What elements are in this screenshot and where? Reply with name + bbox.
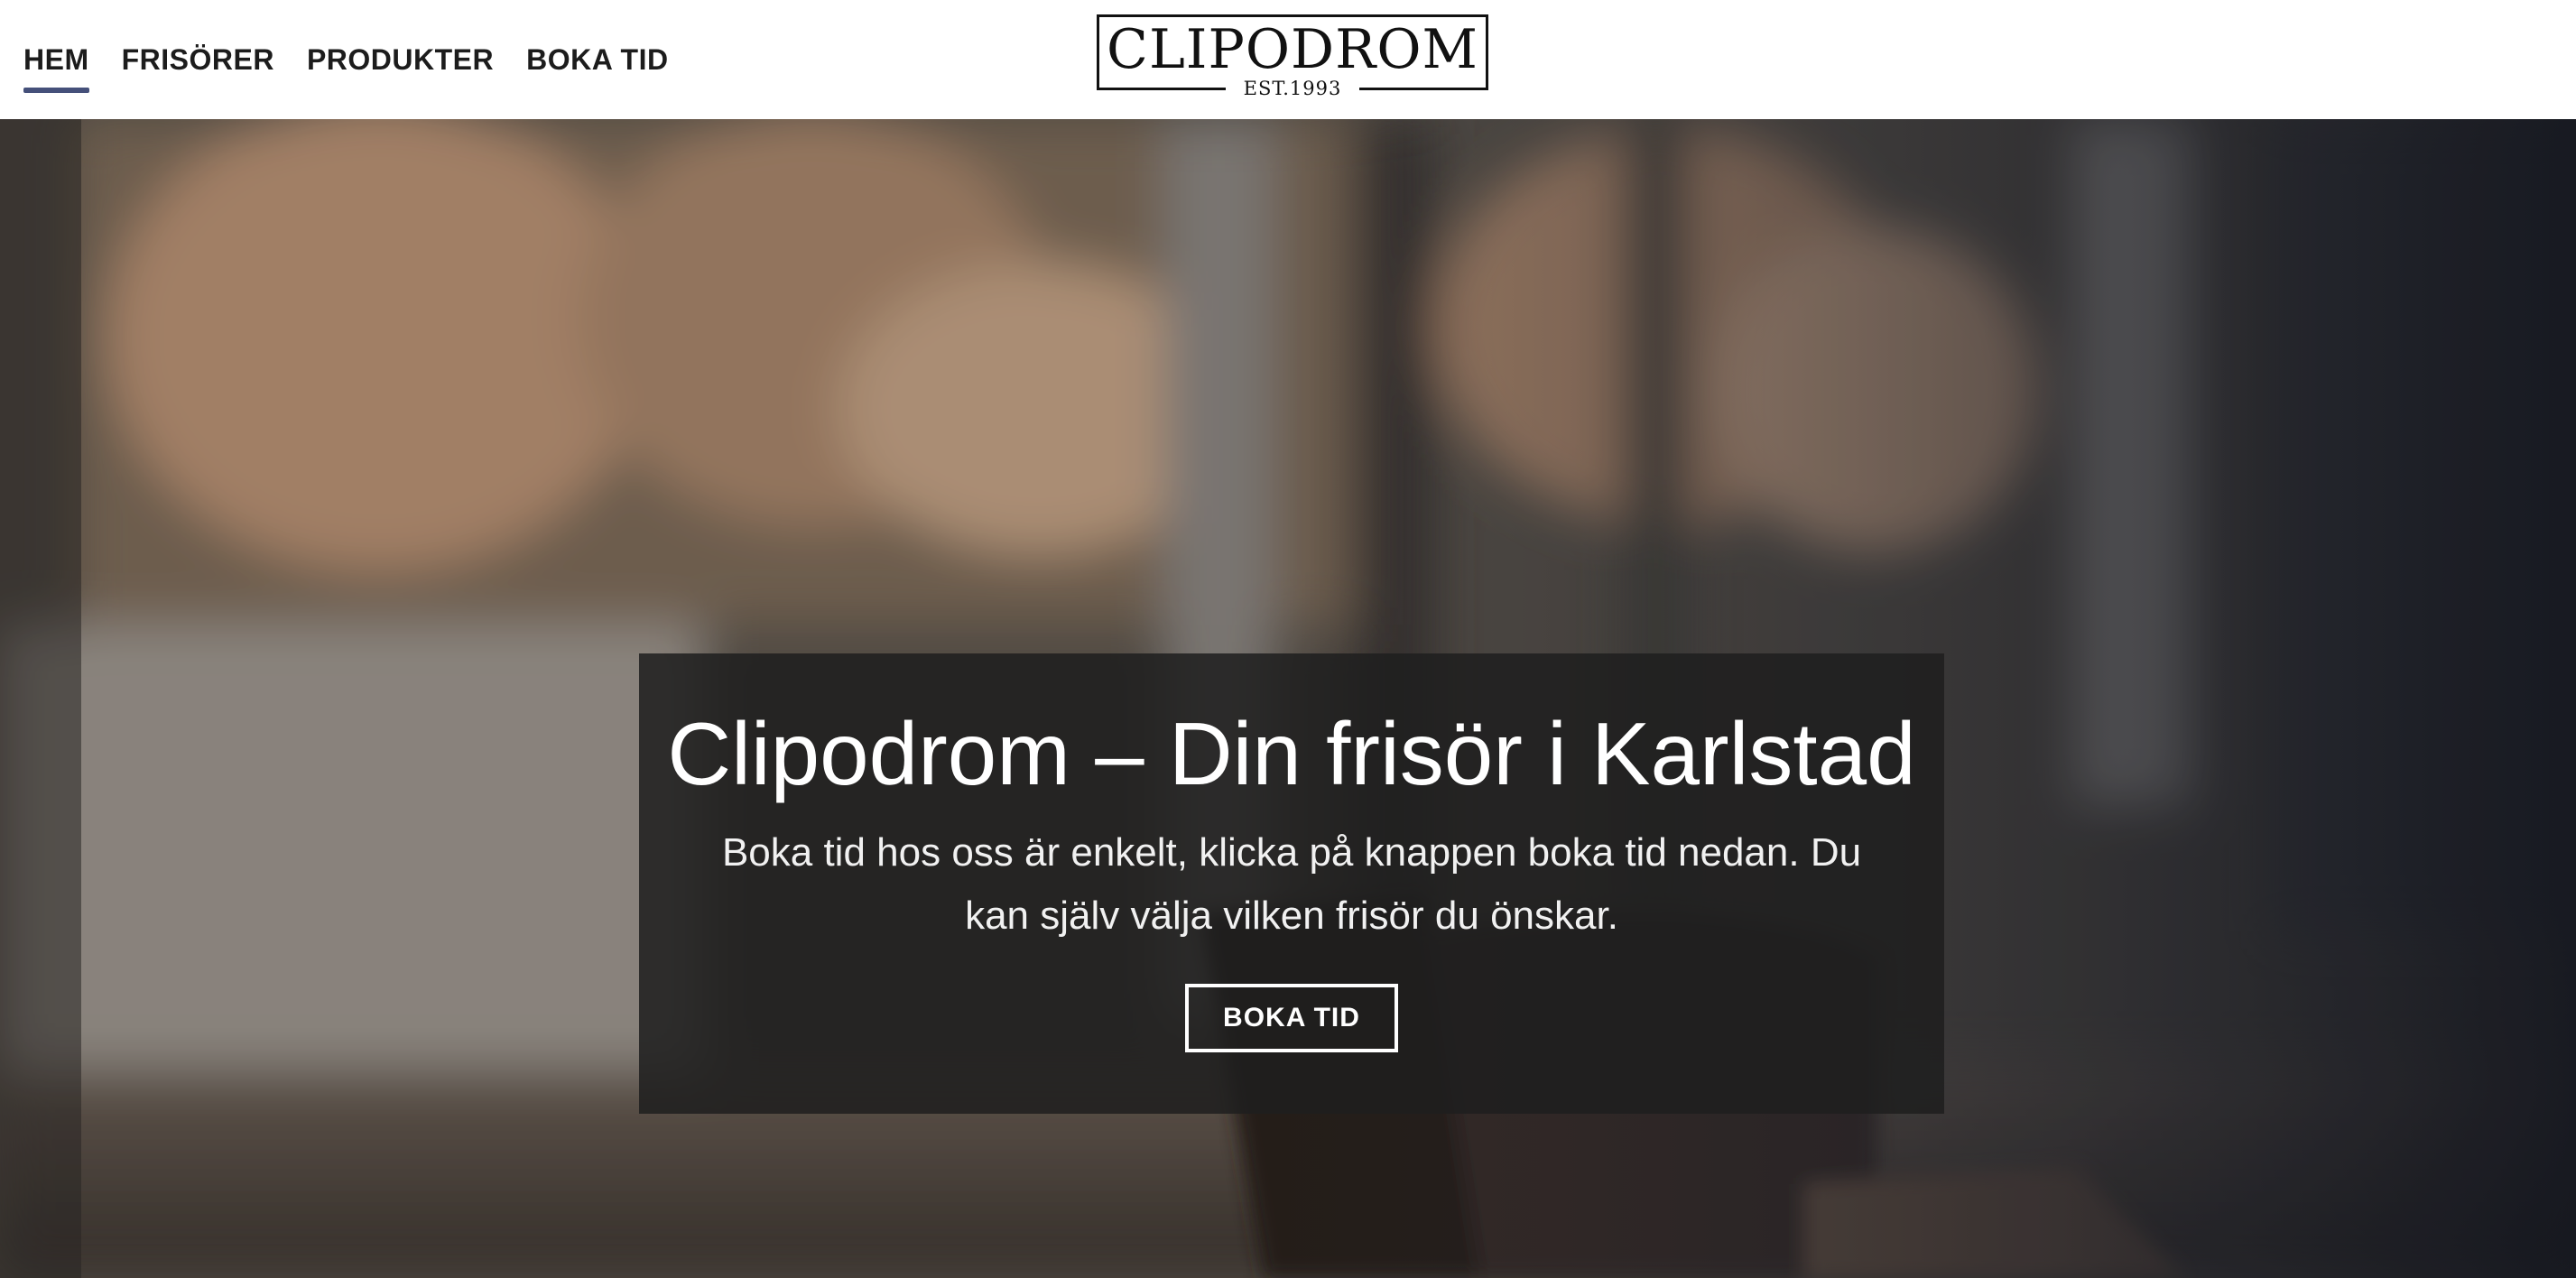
hero-overlay-box: Clipodrom – Din frisör i Karlstad Boka t… — [639, 653, 1944, 1114]
logo-wordmark: CLIPODROM — [1107, 18, 1478, 81]
hero-description: Boka tid hos oss är enkelt, klicka på kn… — [721, 830, 1862, 938]
nav-item-boka-tid[interactable]: BOKA TID — [526, 38, 668, 82]
site-logo[interactable]: CLIPODROM EST.1993 — [1097, 14, 1488, 100]
nav-item-frisorer[interactable]: FRISÖRER — [122, 38, 274, 82]
boka-tid-button[interactable]: BOKA TID — [1185, 984, 1398, 1052]
hero-section: Clipodrom – Din frisör i Karlstad Boka t… — [0, 119, 2576, 1278]
main-nav: HEM FRISÖRER PRODUKTER BOKA TID — [23, 0, 669, 119]
site-header: HEM FRISÖRER PRODUKTER BOKA TID CLIPODRO… — [0, 0, 2576, 119]
logo-established: EST.1993 — [1225, 77, 1360, 100]
nav-item-hem[interactable]: HEM — [23, 38, 89, 93]
nav-item-produkter[interactable]: PRODUKTER — [307, 38, 494, 82]
hero-title: Clipodrom – Din frisör i Karlstad — [667, 704, 1916, 803]
